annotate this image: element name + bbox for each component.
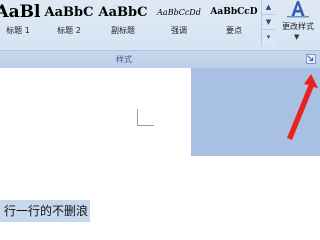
style-preview: AaBbCcD [210,7,258,17]
change-styles-icon [287,1,309,18]
dialog-launcher-icon [307,55,314,62]
document-workspace: 行一行的不删浪 [0,68,320,240]
style-preview: AaBbC [98,5,148,20]
annotation-arrow-icon [287,74,318,140]
scroll-up-icon[interactable]: ▲ [262,0,275,15]
change-styles-button[interactable]: 更改样式 ▼ [276,0,320,46]
style-emphasis[interactable]: AaBbCcDd 强调 [152,0,206,46]
style-caption: 副标题 [111,26,135,35]
scroll-down-icon[interactable]: ▼ [262,15,275,30]
style-caption: 标题 2 [57,26,81,35]
chevron-down-icon: ▼ [294,33,300,41]
style-caption: 要点 [226,26,242,35]
style-preview: AaBl [0,2,41,22]
gallery-more-icon[interactable]: ▾ [262,30,275,45]
styles-group-label: 样式 [116,55,132,64]
style-caption: 标题 1 [6,26,30,35]
style-preview: AaBbC [44,5,94,20]
style-preview: AaBbCcDd [157,8,201,17]
selected-text[interactable]: 行一行的不删浪 [0,200,91,222]
document-page[interactable]: 行一行的不删浪 [0,68,191,240]
style-strong[interactable]: AaBbCcD 要点 [207,0,261,46]
margin-corner-mark [137,109,154,126]
style-subtitle[interactable]: AaBbC 副标题 [98,0,148,46]
style-heading-2[interactable]: AaBbC 标题 2 [44,0,94,46]
styles-gallery: AaBl 标题 1 AaBbC 标题 2 AaBbC 副标题 AaBbCcDd … [0,0,276,46]
change-styles-label: 更改样式 [282,22,314,31]
style-heading-1[interactable]: AaBl 标题 1 [0,0,42,46]
ribbon: AaBl 标题 1 AaBbC 标题 2 AaBbC 副标题 AaBbCcDd … [0,0,320,68]
gallery-scrollbar[interactable]: ▲ ▼ ▾ [261,0,275,46]
style-caption: 强调 [171,26,187,35]
styles-dialog-launcher[interactable] [306,54,316,64]
styles-group-bar: 样式 [0,50,320,68]
